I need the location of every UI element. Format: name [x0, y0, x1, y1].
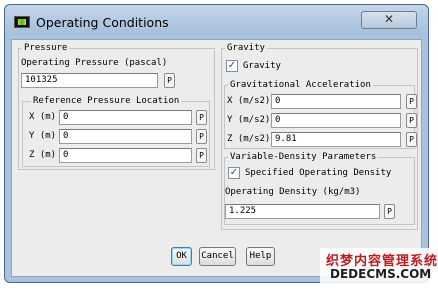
- gravitational-acceleration-title: Gravitational Acceleration: [228, 80, 373, 90]
- help-button[interactable]: Help: [246, 247, 275, 266]
- ref-z-input[interactable]: 0: [59, 148, 192, 163]
- ref-z-label: Z (m): [29, 150, 57, 160]
- ref-y-param-button[interactable]: P: [196, 129, 207, 144]
- ref-z-param-button[interactable]: P: [196, 148, 207, 163]
- ref-y-label: Y (m): [29, 131, 57, 141]
- grav-z-param-button[interactable]: P: [406, 132, 417, 147]
- reference-pressure-location-title: Reference Pressure Location: [31, 96, 182, 106]
- operating-density-param-button[interactable]: P: [384, 204, 395, 219]
- specified-density-label: Specified Operating Density: [245, 168, 392, 178]
- watermark-text-line2: DEDECMS.COM: [330, 267, 432, 281]
- gravity-checkbox-label: Gravity: [243, 61, 281, 71]
- pressure-group: Pressure Operating Pressure (pascal) 101…: [18, 43, 215, 170]
- reference-pressure-location-group: Reference Pressure Location X (m) 0 P Y …: [22, 96, 210, 167]
- pressure-group-title: Pressure: [22, 43, 70, 53]
- ref-y-input[interactable]: 0: [59, 129, 192, 144]
- operating-density-input[interactable]: 1.225: [225, 204, 380, 219]
- watermark: 织梦内容管理系统 DEDECMS.COM: [320, 248, 438, 284]
- grav-y-input[interactable]: 0: [271, 113, 401, 128]
- gravity-checkbox[interactable]: ✓: [226, 60, 238, 72]
- variable-density-group: Variable-Density Parameters ✓ Specified …: [224, 152, 415, 225]
- ref-x-param-button[interactable]: P: [196, 110, 207, 125]
- grav-x-label: X (m/s2): [227, 96, 271, 106]
- grav-z-label: Z (m/s2): [227, 134, 271, 144]
- ok-button[interactable]: OK: [171, 247, 192, 266]
- operating-pressure-input[interactable]: 101325: [21, 73, 158, 88]
- ref-x-input[interactable]: 0: [59, 110, 192, 125]
- grav-x-input[interactable]: 0: [271, 94, 401, 109]
- grav-y-param-button[interactable]: P: [406, 113, 417, 128]
- operating-density-label: Operating Density (kg/m3): [225, 187, 361, 197]
- gravity-group-title: Gravity: [225, 43, 267, 53]
- dialog-body: Pressure Operating Pressure (pascal) 101…: [11, 39, 422, 277]
- grav-z-input[interactable]: 9.81: [271, 132, 401, 147]
- operating-pressure-label: Operating Pressure (pascal): [21, 58, 168, 68]
- grav-y-label: Y (m/s2): [227, 115, 271, 125]
- close-button[interactable]: ✕: [361, 11, 417, 29]
- variable-density-title: Variable-Density Parameters: [228, 152, 379, 162]
- operating-pressure-param-button[interactable]: P: [164, 73, 175, 88]
- gravitational-acceleration-group: Gravitational Acceleration X (m/s2) 0 P …: [224, 80, 417, 149]
- title-bar[interactable]: Operating Conditions ✕: [5, 5, 428, 35]
- window-title: Operating Conditions: [36, 15, 169, 30]
- fluent-app-icon: [14, 16, 30, 28]
- cancel-button[interactable]: Cancel: [199, 247, 236, 266]
- operating-conditions-dialog: Operating Conditions ✕ Pressure Operatin…: [4, 4, 429, 283]
- gravity-group: Gravity ✓ Gravity Gravitational Accelera…: [221, 43, 418, 230]
- grav-x-param-button[interactable]: P: [406, 94, 417, 109]
- ref-x-label: X (m): [29, 112, 57, 122]
- specified-density-checkbox[interactable]: ✓: [228, 167, 240, 179]
